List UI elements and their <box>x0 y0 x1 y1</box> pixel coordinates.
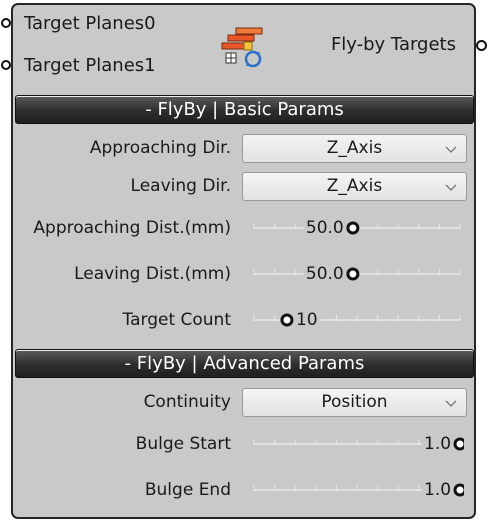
slider-handle[interactable] <box>346 267 360 281</box>
slider-handle[interactable] <box>453 483 464 497</box>
slider-handle[interactable] <box>453 437 464 451</box>
bulge-end-label: Bulge End <box>144 480 231 500</box>
robot-targets-icon <box>221 27 263 68</box>
input-label-target-planes0: Target Planes0 <box>24 13 156 34</box>
slider-track[interactable] <box>250 263 464 285</box>
target-count-label: Target Count <box>122 310 231 330</box>
section-header-advanced-params[interactable]: - FlyBy | Advanced Params <box>15 349 474 378</box>
section-header-basic-params[interactable]: - FlyBy | Basic Params <box>15 95 474 124</box>
approaching-dir-label: Approaching Dir. <box>89 138 231 158</box>
output-port-fly-by-targets[interactable] <box>476 40 487 51</box>
approaching-dir-value: Z_Axis <box>326 138 383 158</box>
output-label-fly-by-targets: Fly-by Targets <box>330 34 456 55</box>
input-port-target-planes0[interactable] <box>1 18 11 28</box>
bulge-end-slider[interactable]: 1.0 <box>250 479 464 501</box>
bulge-start-slider[interactable]: 1.0 <box>250 433 464 455</box>
slider-value: 1.0 <box>424 434 452 454</box>
leaving-dist-label: Leaving Dist.(mm) <box>74 264 231 284</box>
approaching-dist-label: Approaching Dist.(mm) <box>33 218 231 238</box>
slider-handle[interactable] <box>346 221 360 235</box>
slider-value: 50.0 <box>305 218 344 238</box>
slider-track[interactable] <box>250 309 464 331</box>
chevron-down-icon <box>445 146 457 153</box>
leaving-dist-slider[interactable]: 50.0 <box>250 263 464 285</box>
approaching-dir-dropdown[interactable]: Z_Axis <box>242 134 467 163</box>
slider-value: 10 <box>295 310 318 330</box>
input-port-target-planes1[interactable] <box>1 60 11 70</box>
slider-value: 1.0 <box>424 480 452 500</box>
slider-handle[interactable] <box>280 313 294 327</box>
chevron-down-icon <box>445 400 457 407</box>
continuity-value: Position <box>321 392 388 412</box>
leaving-dir-label: Leaving Dir. <box>130 176 231 196</box>
continuity-label: Continuity <box>143 392 231 412</box>
input-label-target-planes1: Target Planes1 <box>24 55 156 76</box>
slider-track[interactable] <box>250 217 464 239</box>
chevron-down-icon <box>445 184 457 191</box>
slider-value: 50.0 <box>305 264 344 284</box>
continuity-dropdown[interactable]: Position <box>242 388 467 417</box>
approaching-dist-slider[interactable]: 50.0 <box>250 217 464 239</box>
target-count-slider[interactable]: 10 <box>250 309 464 331</box>
bulge-start-label: Bulge Start <box>135 434 231 454</box>
leaving-dir-dropdown[interactable]: Z_Axis <box>242 172 467 201</box>
leaving-dir-value: Z_Axis <box>326 176 383 196</box>
